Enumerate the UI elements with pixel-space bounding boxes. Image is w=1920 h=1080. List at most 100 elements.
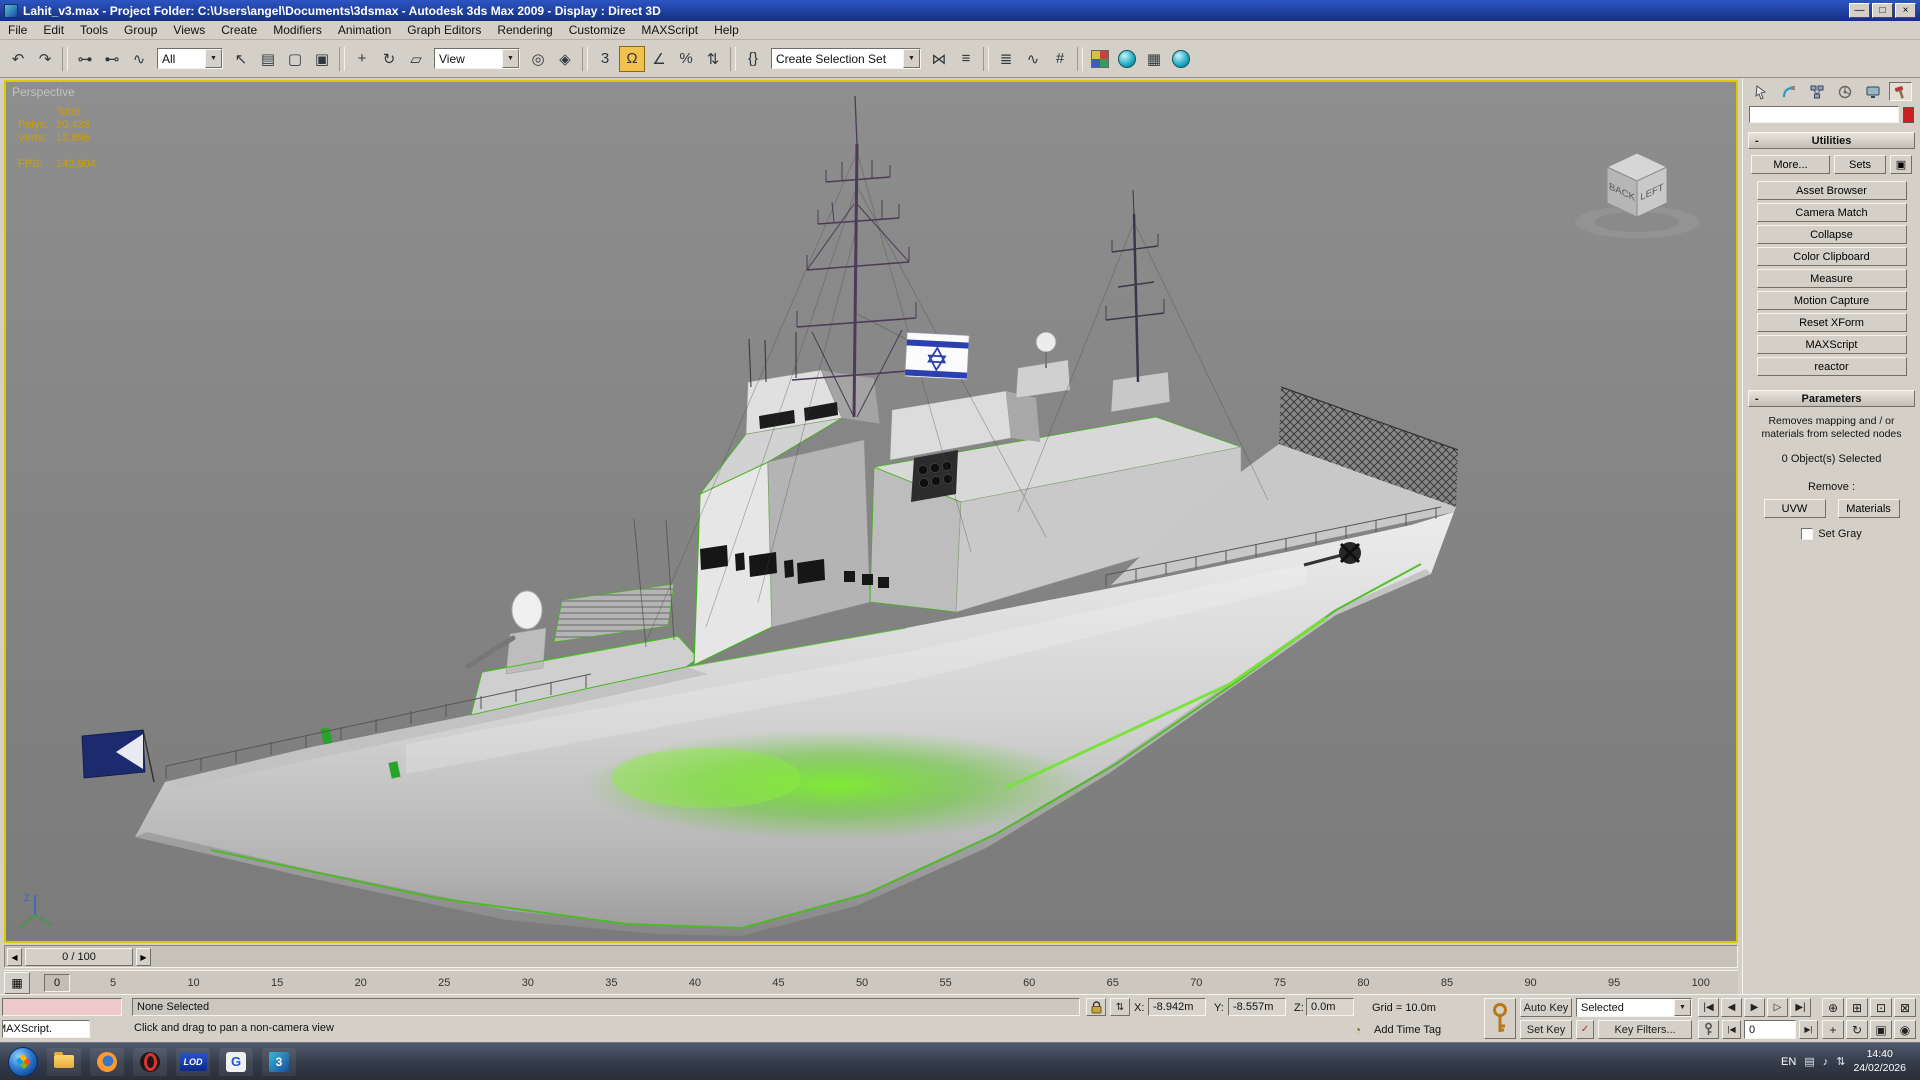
- angle-snap-icon[interactable]: ∠: [646, 46, 672, 72]
- schematic-view-icon[interactable]: #: [1047, 46, 1073, 72]
- named-selection-set-dropdown[interactable]: Create Selection Set ▼: [771, 48, 921, 69]
- key-filters-button[interactable]: Key Filters...: [1598, 1020, 1692, 1039]
- set-keys-button[interactable]: [1484, 998, 1516, 1039]
- create-tab-icon[interactable]: [1749, 82, 1772, 101]
- next-frame-button[interactable]: ▷: [1767, 998, 1788, 1017]
- select-move-icon[interactable]: +: [349, 46, 375, 72]
- keyboard-override-icon[interactable]: 3: [592, 46, 618, 72]
- object-color-swatch[interactable]: [1903, 107, 1914, 123]
- zoom-all-button[interactable]: ⊞: [1846, 998, 1868, 1017]
- utility-button[interactable]: Motion Capture: [1757, 291, 1907, 310]
- macro-recorder-pane[interactable]: [2, 998, 122, 1016]
- reference-coordinate-dropdown[interactable]: View ▼: [434, 48, 520, 69]
- language-indicator[interactable]: EN: [1781, 1056, 1796, 1068]
- network-tray-icon[interactable]: ⇅: [1836, 1055, 1845, 1068]
- minimize-button[interactable]: —: [1849, 3, 1870, 18]
- y-coordinate-field[interactable]: -8.557m: [1228, 998, 1286, 1016]
- previous-key-button[interactable]: |◀: [1722, 1020, 1741, 1039]
- configure-button-sets-icon[interactable]: ▣: [1890, 155, 1912, 174]
- lod-taskbar-icon[interactable]: LOD: [176, 1048, 210, 1076]
- menu-item[interactable]: Views: [165, 21, 213, 39]
- curve-editor-icon[interactable]: ∿: [1020, 46, 1046, 72]
- render-setup-icon[interactable]: [1114, 46, 1140, 72]
- track-bar[interactable]: ▦ 0 510152025303540455055606570758085909…: [4, 970, 1738, 994]
- gom-player-taskbar-icon[interactable]: G: [219, 1048, 253, 1076]
- spinner-snap-icon[interactable]: ⇅: [700, 46, 726, 72]
- add-time-tag[interactable]: Add Time Tag: [1374, 1024, 1441, 1036]
- viewport-label[interactable]: Perspective: [12, 85, 75, 99]
- toolbar-icon[interactable]: [730, 47, 736, 71]
- key-filters-check-button[interactable]: ✓: [1576, 1020, 1594, 1039]
- rendered-frame-icon[interactable]: ▦: [1141, 46, 1167, 72]
- previous-frame-button[interactable]: ◀: [1721, 998, 1742, 1017]
- utility-button[interactable]: Collapse: [1757, 225, 1907, 244]
- current-frame-field[interactable]: 0: [1744, 1020, 1796, 1039]
- select-object-icon[interactable]: ↖: [228, 46, 254, 72]
- next-key-button[interactable]: ▶|: [1799, 1020, 1818, 1039]
- use-pivot-center-icon[interactable]: ◎: [525, 46, 551, 72]
- undo-icon[interactable]: ↶: [5, 46, 31, 72]
- motion-tab-icon[interactable]: [1833, 82, 1856, 101]
- set-key-button[interactable]: Set Key: [1520, 1020, 1572, 1039]
- modify-tab-icon[interactable]: [1777, 82, 1800, 101]
- maximize-button[interactable]: □: [1872, 3, 1893, 18]
- menu-item[interactable]: Customize: [561, 21, 634, 39]
- field-of-view-button[interactable]: ◉: [1894, 1020, 1916, 1039]
- zoom-region-button[interactable]: ⊠: [1894, 998, 1916, 1017]
- trackbar-ruler[interactable]: 5101520253035404550556065707580859095100: [70, 977, 1738, 989]
- go-to-start-button[interactable]: |◀: [1698, 998, 1719, 1017]
- menu-item[interactable]: Edit: [35, 21, 72, 39]
- align-icon[interactable]: ≡: [953, 46, 979, 72]
- layer-manager-icon[interactable]: ≣: [993, 46, 1019, 72]
- taskbar-clock[interactable]: 14:40 24/02/2026: [1853, 1048, 1912, 1074]
- select-scale-icon[interactable]: ▱: [403, 46, 429, 72]
- toolbar-icon[interactable]: [983, 47, 989, 71]
- select-by-name-icon[interactable]: ▤: [255, 46, 281, 72]
- toolbar-icon[interactable]: [62, 47, 68, 71]
- maximize-viewport-toggle[interactable]: ▣: [1870, 1020, 1892, 1039]
- quick-render-icon[interactable]: [1168, 46, 1194, 72]
- close-button[interactable]: ×: [1895, 3, 1916, 18]
- go-to-end-button[interactable]: ▶|: [1790, 998, 1811, 1017]
- pan-view-button[interactable]: +: [1822, 1020, 1844, 1039]
- window-crossing-icon[interactable]: ▣: [309, 46, 335, 72]
- menu-item[interactable]: Help: [706, 21, 747, 39]
- key-mode-toggle-button[interactable]: [1698, 1020, 1719, 1039]
- key-mode-dropdown[interactable]: Selected ▼: [1576, 998, 1692, 1017]
- menu-item[interactable]: Group: [116, 21, 165, 39]
- arc-rotate-button[interactable]: ↻: [1846, 1020, 1868, 1039]
- rectangular-region-icon[interactable]: ▢: [282, 46, 308, 72]
- parameters-rollout-header[interactable]: - Parameters: [1748, 390, 1915, 407]
- more-utilities-button[interactable]: More...: [1751, 155, 1830, 174]
- percent-snap-icon[interactable]: %: [673, 46, 699, 72]
- trackbar-frame-indicator[interactable]: 0: [44, 974, 70, 992]
- opera-taskbar-icon[interactable]: [133, 1048, 167, 1076]
- utility-button[interactable]: Reset XForm: [1757, 313, 1907, 332]
- time-slider-handle[interactable]: 0 / 100: [25, 948, 133, 966]
- edit-named-sets-icon[interactable]: {}: [740, 46, 766, 72]
- menu-item[interactable]: Graph Editors: [399, 21, 489, 39]
- zoom-button[interactable]: ⊕: [1822, 998, 1844, 1017]
- selection-filter-dropdown[interactable]: All ▼: [157, 48, 223, 69]
- absolute-offset-toggle[interactable]: ⇅: [1110, 998, 1130, 1016]
- maxscript-mini-listener[interactable]: MAXScript.: [2, 1020, 90, 1038]
- utility-button[interactable]: MAXScript: [1757, 335, 1907, 354]
- set-gray-checkbox[interactable]: [1801, 528, 1813, 540]
- snaps-toggle-icon[interactable]: Ω: [619, 46, 645, 72]
- toolbar-icon[interactable]: [1077, 47, 1083, 71]
- menu-item[interactable]: Modifiers: [265, 21, 330, 39]
- firefox-taskbar-icon[interactable]: [90, 1048, 124, 1076]
- utility-button[interactable]: Asset Browser: [1757, 181, 1907, 200]
- material-editor-icon[interactable]: [1087, 46, 1113, 72]
- utilities-tab-icon[interactable]: [1889, 82, 1912, 101]
- title-bar[interactable]: Lahit_v3.max - Project Folder: C:\Users\…: [0, 0, 1920, 21]
- utilities-rollout-header[interactable]: - Utilities: [1748, 132, 1915, 149]
- viewcube[interactable]: BACK LEFT: [1562, 130, 1712, 245]
- selection-lock-toggle[interactable]: [1086, 998, 1106, 1016]
- volume-tray-icon[interactable]: ♪: [1823, 1056, 1829, 1068]
- next-frame-arrow[interactable]: ▶: [136, 948, 151, 966]
- explorer-taskbar-icon[interactable]: [47, 1048, 81, 1076]
- select-link-icon[interactable]: ⊶: [72, 46, 98, 72]
- open-mini-curve-editor-button[interactable]: ▦: [4, 972, 30, 994]
- menu-item[interactable]: Create: [213, 21, 265, 39]
